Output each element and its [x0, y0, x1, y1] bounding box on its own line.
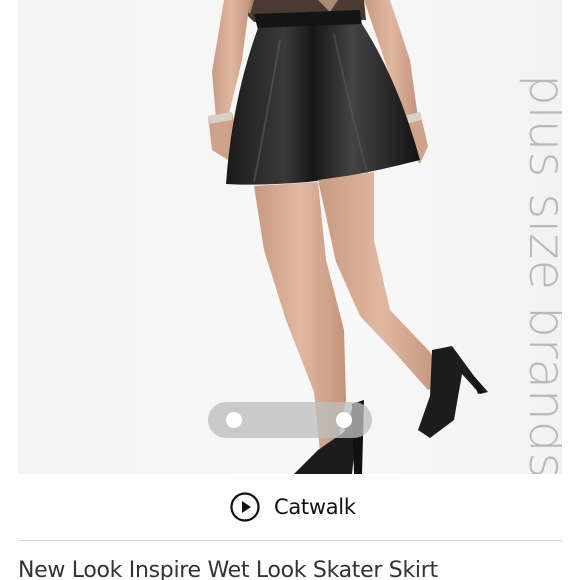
product-title: New Look Inspire Wet Look Skater Skirt	[18, 558, 438, 580]
pager-dot-1[interactable]	[226, 412, 242, 428]
catwalk-row: Catwalk	[18, 474, 562, 541]
product-detail-screen: plus size brands Catwalk New Look Inspir…	[0, 0, 580, 580]
catwalk-button[interactable]: Catwalk	[230, 490, 356, 524]
image-carousel-pager[interactable]	[208, 402, 372, 438]
brand-tag: plus size brands	[500, 74, 562, 474]
play-circle-icon	[230, 492, 260, 522]
brand-tag-text: plus size brands	[518, 74, 562, 474]
catwalk-label: Catwalk	[274, 495, 356, 519]
pager-dot-2[interactable]	[336, 412, 352, 428]
